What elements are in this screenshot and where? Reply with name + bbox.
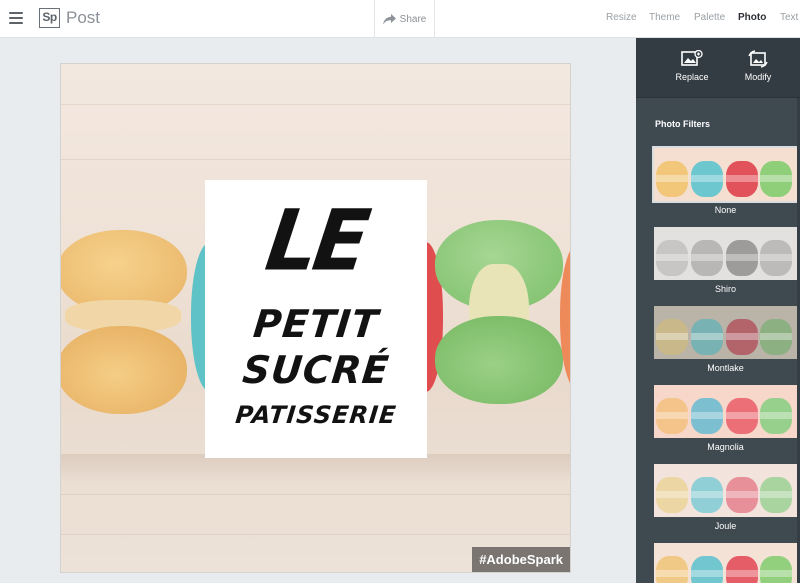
macaron-yellow	[61, 230, 187, 415]
photo-filters-heading: Photo Filters	[655, 119, 711, 129]
replace-button[interactable]: Replace	[667, 50, 717, 82]
modify-photo-icon	[748, 50, 768, 68]
top-bar: Sp Post Share Resize Theme Palette Photo…	[0, 0, 800, 38]
macaron-orange	[560, 242, 570, 392]
spark-logo[interactable]: Sp	[39, 8, 60, 28]
modify-label: Modify	[744, 72, 772, 82]
filter-item-magnolia[interactable]: Magnolia	[654, 385, 797, 452]
share-label: Share	[399, 13, 427, 25]
filter-thumbnail[interactable]	[654, 543, 797, 583]
filter-item-shiro[interactable]: Shiro	[654, 227, 797, 294]
filter-label: Shiro	[714, 284, 736, 294]
photo-tools: Replace Modify	[636, 38, 800, 98]
hamburger-menu-icon[interactable]	[9, 12, 23, 24]
title-line-3: SUCRÉ	[240, 348, 392, 392]
title-text-card[interactable]: LE PETIT SUCRÉ PATISSERIE	[205, 180, 427, 458]
replace-photo-icon	[681, 50, 703, 66]
app-name: Post	[66, 8, 101, 27]
title-line-2: PETIT	[251, 302, 381, 346]
filter-item-next[interactable]	[654, 543, 797, 583]
modify-button[interactable]: Modify	[733, 50, 783, 82]
macaron-green	[435, 220, 563, 405]
filter-label: None	[714, 205, 737, 215]
title-line-1: LE	[260, 191, 372, 290]
share-button[interactable]: Share	[374, 0, 435, 38]
filter-thumbnail[interactable]	[654, 306, 797, 359]
filter-item-montlake[interactable]: Montlake	[654, 306, 797, 373]
share-arrow-icon	[382, 13, 396, 24]
filter-thumbnail[interactable]	[654, 464, 797, 517]
filter-thumbnail[interactable]	[654, 385, 797, 438]
replace-label: Replace	[675, 72, 709, 82]
tab-resize[interactable]: Resize	[606, 0, 637, 38]
photo-panel: Replace Modify Photo Filters None Shiro Mo…	[636, 38, 800, 583]
tab-text[interactable]: Text	[780, 0, 798, 38]
tab-palette[interactable]: Palette	[694, 0, 725, 38]
adobe-spark-watermark[interactable]: #AdobeSpark	[472, 547, 570, 572]
filter-label: Joule	[714, 521, 737, 531]
tab-photo[interactable]: Photo	[738, 0, 766, 38]
title-line-4: PATISSERIE	[234, 401, 398, 429]
filter-thumbnail[interactable]	[652, 146, 799, 203]
post-canvas[interactable]: LE PETIT SUCRÉ PATISSERIE #AdobeSpark	[60, 63, 571, 573]
tab-theme[interactable]: Theme	[649, 0, 680, 38]
filter-thumbnail[interactable]	[654, 227, 797, 280]
filter-label: Montlake	[707, 363, 744, 373]
filter-label: Magnolia	[707, 442, 744, 452]
filter-item-none[interactable]: None	[652, 146, 799, 215]
filter-item-joule[interactable]: Joule	[654, 464, 797, 531]
